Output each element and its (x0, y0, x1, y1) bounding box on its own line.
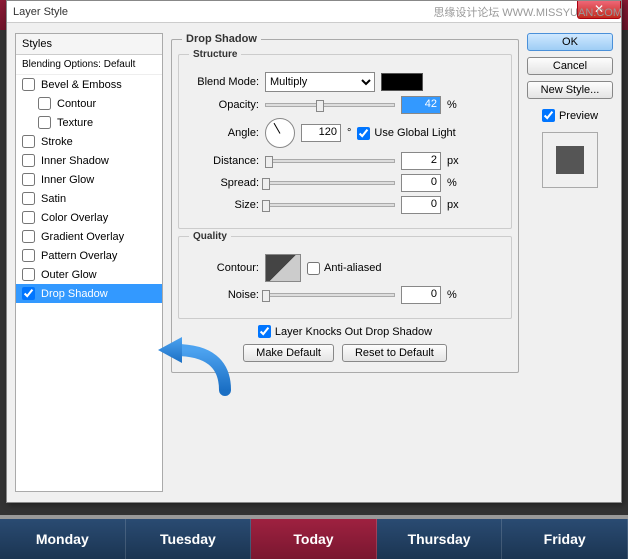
drop-shadow-group: Drop Shadow Structure Blend Mode: Multip… (171, 33, 519, 373)
distance-input[interactable]: 2 (401, 152, 441, 170)
style-item-texture[interactable]: Texture (16, 113, 162, 132)
spread-label: Spread: (189, 177, 259, 189)
blending-options[interactable]: Blending Options: Default (16, 55, 162, 75)
spread-slider[interactable] (265, 181, 395, 185)
style-item-outer-glow[interactable]: Outer Glow (16, 265, 162, 284)
size-label: Size: (189, 199, 259, 211)
style-checkbox[interactable] (22, 135, 35, 148)
ok-button[interactable]: OK (527, 33, 613, 51)
style-checkbox[interactable] (38, 116, 51, 129)
right-buttons: OK Cancel New Style... Preview (527, 33, 613, 492)
new-style-button[interactable]: New Style... (527, 81, 613, 99)
opacity-input[interactable]: 42 (401, 96, 441, 114)
style-label: Color Overlay (41, 212, 108, 224)
distance-slider[interactable] (265, 159, 395, 163)
tab-thursday[interactable]: Thursday (377, 519, 503, 559)
style-item-bevel-emboss[interactable]: Bevel & Emboss (16, 75, 162, 94)
style-item-satin[interactable]: Satin (16, 189, 162, 208)
opacity-label: Opacity: (189, 99, 259, 111)
contour-label: Contour: (189, 262, 259, 274)
angle-dial[interactable] (265, 118, 295, 148)
noise-label: Noise: (189, 289, 259, 301)
make-default-button[interactable]: Make Default (243, 344, 334, 362)
style-label: Inner Glow (41, 174, 94, 186)
style-label: Satin (41, 193, 66, 205)
preview-checkbox[interactable]: Preview (527, 109, 613, 122)
knocks-out-checkbox[interactable]: Layer Knocks Out Drop Shadow (258, 325, 432, 338)
global-light-checkbox[interactable]: Use Global Light (357, 127, 455, 140)
tab-friday[interactable]: Friday (502, 519, 628, 559)
style-checkbox[interactable] (22, 78, 35, 91)
drop-shadow-legend: Drop Shadow (182, 33, 261, 45)
settings-panel: Drop Shadow Structure Blend Mode: Multip… (171, 33, 519, 492)
style-label: Inner Shadow (41, 155, 109, 167)
style-checkbox[interactable] (22, 249, 35, 262)
style-checkbox[interactable] (22, 173, 35, 186)
spread-input[interactable]: 0 (401, 174, 441, 192)
style-checkbox[interactable] (22, 154, 35, 167)
style-item-drop-shadow[interactable]: Drop Shadow (16, 284, 162, 303)
contour-picker[interactable] (265, 254, 301, 282)
styles-list: Styles Blending Options: Default Bevel &… (15, 33, 163, 492)
day-tabs: Monday Tuesday Today Thursday Friday (0, 515, 628, 559)
style-label: Gradient Overlay (41, 231, 124, 243)
layer-style-dialog: Layer Style ✕ Styles Blending Options: D… (6, 0, 622, 503)
style-label: Outer Glow (41, 269, 97, 281)
tab-monday[interactable]: Monday (0, 519, 126, 559)
tab-tuesday[interactable]: Tuesday (126, 519, 252, 559)
style-label: Contour (57, 98, 96, 110)
style-checkbox[interactable] (22, 287, 35, 300)
blend-mode-select[interactable]: Multiply (265, 72, 375, 92)
anti-aliased-checkbox[interactable]: Anti-aliased (307, 262, 381, 275)
style-item-gradient-overlay[interactable]: Gradient Overlay (16, 227, 162, 246)
structure-group: Structure Blend Mode: Multiply Opacity: … (178, 49, 512, 229)
style-label: Texture (57, 117, 93, 129)
preview-swatch (542, 132, 598, 188)
angle-input[interactable]: 120 (301, 124, 341, 142)
style-checkbox[interactable] (22, 230, 35, 243)
style-item-color-overlay[interactable]: Color Overlay (16, 208, 162, 227)
dialog-title: Layer Style (13, 6, 68, 18)
style-item-pattern-overlay[interactable]: Pattern Overlay (16, 246, 162, 265)
style-label: Stroke (41, 136, 73, 148)
style-item-contour[interactable]: Contour (16, 94, 162, 113)
distance-label: Distance: (189, 155, 259, 167)
size-slider[interactable] (265, 203, 395, 207)
style-checkbox[interactable] (38, 97, 51, 110)
blend-mode-label: Blend Mode: (189, 76, 259, 88)
style-label: Pattern Overlay (41, 250, 117, 262)
style-item-inner-shadow[interactable]: Inner Shadow (16, 151, 162, 170)
quality-group: Quality Contour: Anti-aliased Noise: 0 % (178, 231, 512, 319)
style-checkbox[interactable] (22, 192, 35, 205)
watermark: 思缘设计论坛 WWW.MISSYUAN.COM (433, 4, 622, 20)
reset-default-button[interactable]: Reset to Default (342, 344, 447, 362)
style-item-stroke[interactable]: Stroke (16, 132, 162, 151)
tab-today[interactable]: Today (251, 519, 377, 559)
style-item-inner-glow[interactable]: Inner Glow (16, 170, 162, 189)
opacity-slider[interactable] (265, 103, 395, 107)
shadow-color-swatch[interactable] (381, 73, 423, 91)
noise-input[interactable]: 0 (401, 286, 441, 304)
style-label: Drop Shadow (41, 288, 108, 300)
noise-slider[interactable] (265, 293, 395, 297)
style-checkbox[interactable] (22, 268, 35, 281)
size-input[interactable]: 0 (401, 196, 441, 214)
styles-header[interactable]: Styles (16, 34, 162, 55)
style-label: Bevel & Emboss (41, 79, 122, 91)
cancel-button[interactable]: Cancel (527, 57, 613, 75)
angle-label: Angle: (189, 127, 259, 139)
style-checkbox[interactable] (22, 211, 35, 224)
